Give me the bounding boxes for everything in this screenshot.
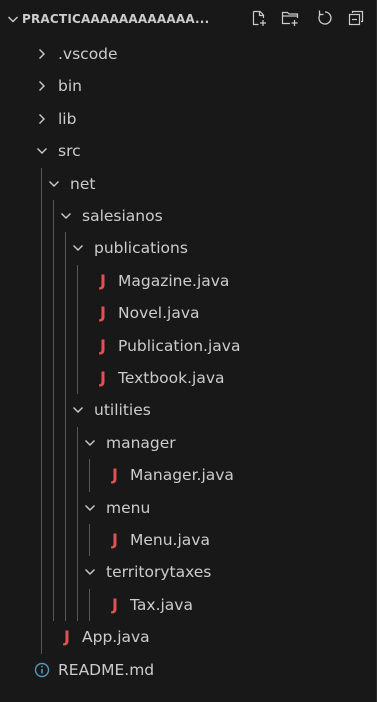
explorer-header[interactable]: PRACTICAAAAAAAAAAAA... xyxy=(0,0,377,38)
tree-item-label: Manager.java xyxy=(130,466,234,485)
folder-item-manager[interactable]: manager xyxy=(0,427,377,459)
java-file-icon: J xyxy=(112,594,118,614)
java-file-icon: J xyxy=(100,335,106,355)
folder-item-publications[interactable]: publications xyxy=(0,232,377,264)
file-item-magazine-java[interactable]: J Magazine.java xyxy=(0,265,377,297)
tree-item-label: App.java xyxy=(82,628,150,647)
tree-item-label: .vscode xyxy=(58,45,118,63)
tree-item-label: bin xyxy=(58,77,82,96)
chevron-right-icon[interactable] xyxy=(35,112,49,126)
indent-guide xyxy=(41,167,42,654)
java-file-icon: J xyxy=(64,627,70,647)
file-item-menu-java[interactable]: J Menu.java xyxy=(0,524,377,556)
info-icon xyxy=(34,662,50,677)
explorer-panel: PRACTICAAAAAAAAAAAA... .vscode bin lib s… xyxy=(0,0,377,702)
folder-item-net[interactable]: net xyxy=(0,168,377,200)
tree-item-label: lib xyxy=(58,109,77,128)
chevron-down-icon[interactable] xyxy=(5,11,21,27)
chevron-down-icon[interactable] xyxy=(83,501,97,515)
file-item-readme-md[interactable]: README.md xyxy=(0,654,377,686)
indent-guide xyxy=(65,232,66,622)
tree-item-label: Publication.java xyxy=(118,336,241,355)
chevron-down-icon[interactable] xyxy=(83,436,97,450)
indent-guide xyxy=(77,264,78,395)
chevron-right-icon[interactable] xyxy=(35,79,49,93)
folder-item-vscode[interactable]: .vscode xyxy=(0,38,377,70)
file-item-publication-java[interactable]: J Publication.java xyxy=(0,330,377,362)
indent-guide xyxy=(89,588,90,622)
file-item-tax-java[interactable]: J Tax.java xyxy=(0,589,377,621)
chevron-down-icon[interactable] xyxy=(35,144,49,158)
refresh-icon[interactable] xyxy=(315,8,335,28)
tree-item-label: Magazine.java xyxy=(118,271,230,290)
indent-guide xyxy=(53,200,54,622)
tree-item-label: net xyxy=(70,174,96,193)
file-item-app-java[interactable]: J App.java xyxy=(0,621,377,653)
tree-item-label: src xyxy=(58,142,81,161)
collapse-all-icon[interactable] xyxy=(346,8,366,28)
tree-item-label: Tax.java xyxy=(130,595,193,614)
tree-item-label: territorytaxes xyxy=(106,563,212,582)
file-item-textbook-java[interactable]: J Textbook.java xyxy=(0,362,377,394)
tree-item-label: Menu.java xyxy=(130,531,210,549)
tree-item-label: README.md xyxy=(58,660,155,679)
indent-guide xyxy=(77,426,78,622)
folder-item-bin[interactable]: bin xyxy=(0,70,377,102)
tree-item-label: manager xyxy=(106,433,176,452)
new-file-icon[interactable] xyxy=(249,8,269,28)
chevron-down-icon[interactable] xyxy=(83,565,97,579)
java-file-icon: J xyxy=(100,270,106,290)
java-file-icon: J xyxy=(100,303,106,323)
indent-guide xyxy=(89,524,90,557)
tree-item-label: utilities xyxy=(94,401,151,420)
folder-item-salesianos[interactable]: salesianos xyxy=(0,200,377,232)
folder-item-menu[interactable]: menu xyxy=(0,492,377,524)
folder-item-utilities[interactable]: utilities xyxy=(0,394,377,426)
file-item-novel-java[interactable]: J Novel.java xyxy=(0,297,377,329)
tree-item-label: publications xyxy=(94,239,188,258)
tree-item-label: menu xyxy=(106,498,151,517)
chevron-down-icon[interactable] xyxy=(71,403,85,417)
java-file-icon: J xyxy=(112,465,118,485)
tree-item-label: salesianos xyxy=(82,207,163,225)
chevron-right-icon[interactable] xyxy=(35,47,49,61)
java-file-icon: J xyxy=(112,530,118,549)
folder-item-src[interactable]: src xyxy=(0,135,377,167)
chevron-down-icon[interactable] xyxy=(59,209,73,223)
folder-item-lib[interactable]: lib xyxy=(0,103,377,135)
tree-item-label: Novel.java xyxy=(118,304,200,323)
indent-guide xyxy=(89,459,90,492)
java-file-icon: J xyxy=(100,368,106,387)
file-item-manager-java[interactable]: J Manager.java xyxy=(0,459,377,491)
folder-title[interactable]: PRACTICAAAAAAAAAAAA... xyxy=(22,11,240,27)
folder-item-territorytaxes[interactable]: territorytaxes xyxy=(0,556,377,588)
tree-item-label: Textbook.java xyxy=(118,369,225,387)
chevron-down-icon[interactable] xyxy=(71,241,85,255)
new-folder-icon[interactable] xyxy=(280,8,300,28)
chevron-down-icon[interactable] xyxy=(47,177,61,191)
